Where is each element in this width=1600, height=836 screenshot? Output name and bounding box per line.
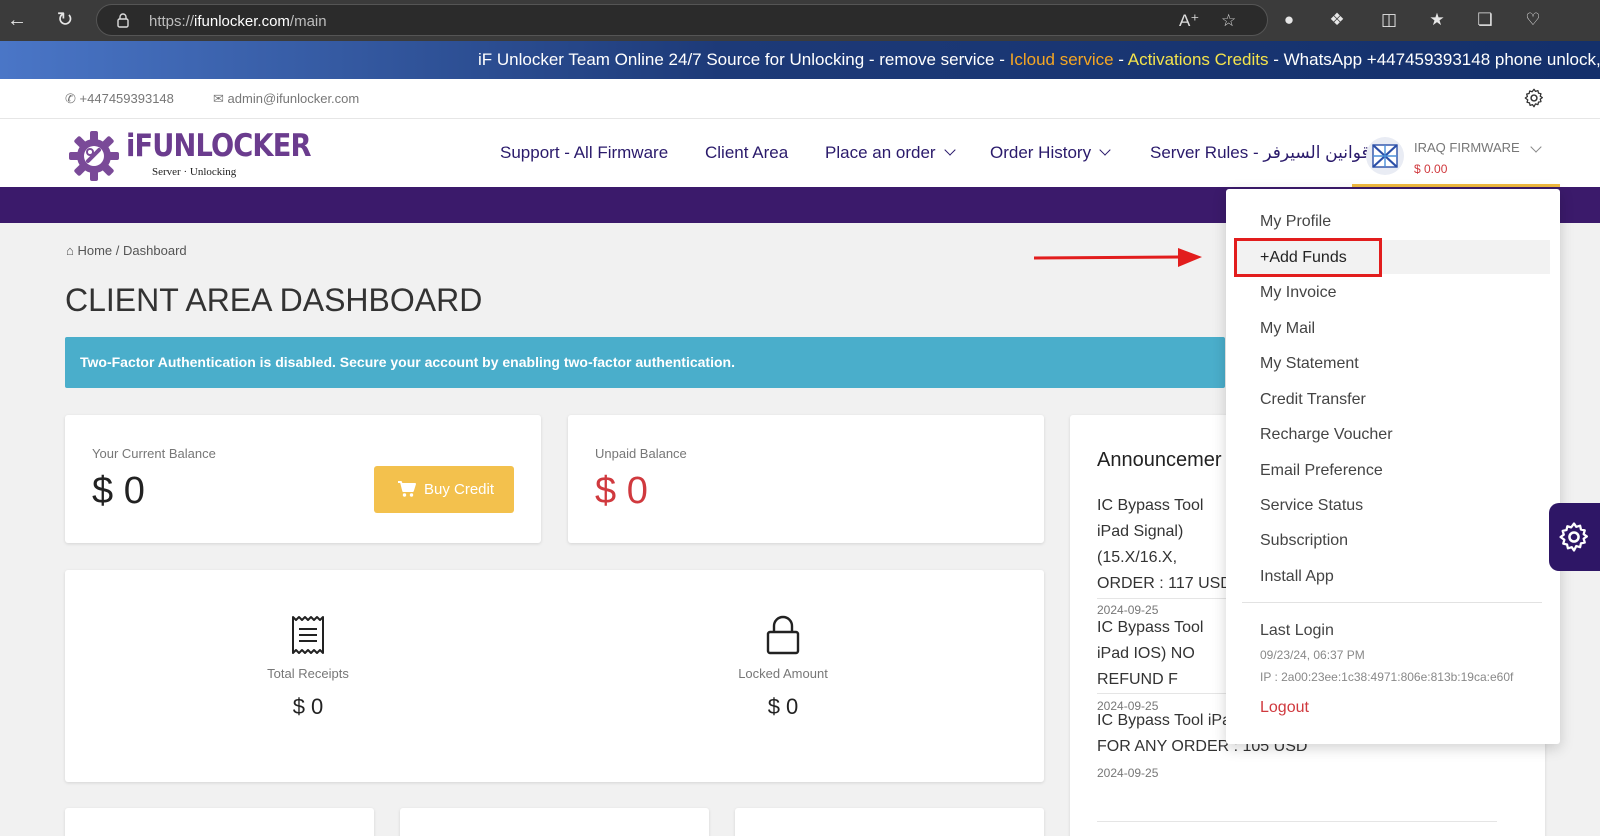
summary-card <box>65 808 374 836</box>
nav-client-area[interactable]: Client Area <box>705 143 788 163</box>
last-login-label: Last Login <box>1260 622 1334 639</box>
current-balance-value: $ 0 <box>92 470 145 512</box>
lock-icon <box>117 13 129 28</box>
settings-gear-icon <box>1559 522 1589 552</box>
last-login-ip: IP : 2a00:23ee:1c38:4971:806e:813b:19ca:… <box>1260 670 1514 684</box>
nav-support[interactable]: Support - All Firmware <box>500 143 668 163</box>
favorites-icon[interactable]: ★ <box>1425 9 1449 31</box>
menu-item-subscription[interactable]: Subscription <box>1260 532 1348 550</box>
logo-wordmark: iFUNLOCKER <box>126 128 311 164</box>
home-icon: ⌂ <box>66 243 74 258</box>
favorite-star-icon[interactable]: ☆ <box>1221 11 1236 31</box>
cart-icon <box>398 481 416 497</box>
locked-amount-value: $ 0 <box>767 694 799 719</box>
padlock-icon <box>766 615 800 655</box>
phone-icon: ✆ <box>65 91 76 106</box>
menu-item-credit-transfer[interactable]: Credit Transfer <box>1260 391 1366 409</box>
summary-card <box>735 808 1044 836</box>
menu-item-recharge-voucher[interactable]: Recharge Voucher <box>1260 426 1393 444</box>
divider <box>1097 821 1497 822</box>
browser-toolbar: ← ↻ https://ifunlocker.com/main A⁺ ☆ ● ❖… <box>0 0 1600 41</box>
locked-amount-label: Locked Amount <box>738 666 828 681</box>
nav-server-rules[interactable]: Server Rules - قوانين السيرفر <box>1150 143 1370 163</box>
breadcrumb-current: Dashboard <box>123 243 187 258</box>
back-arrow-icon[interactable]: ← <box>6 9 28 31</box>
menu-item-install-app[interactable]: Install App <box>1260 568 1334 586</box>
alert-text: Two-Factor Authentication is disabled. S… <box>80 354 735 370</box>
menu-item-my-statement[interactable]: My Statement <box>1260 355 1359 373</box>
logo-tagline: Server · Unlocking <box>152 166 237 178</box>
menu-item-service-status[interactable]: Service Status <box>1260 497 1363 515</box>
announcement-date: 2024-09-25 <box>1097 766 1159 780</box>
extension-avatar-icon[interactable]: ● <box>1277 9 1301 31</box>
last-login-time: 09/23/24, 06:37 PM <box>1260 648 1365 662</box>
extensions-puzzle-icon[interactable]: ❖ <box>1325 9 1349 31</box>
breadcrumb: ⌂ Home / Dashboard <box>66 243 187 258</box>
highlight-box <box>1234 238 1382 277</box>
breadcrumb-home[interactable]: Home <box>77 243 112 258</box>
settings-gear-icon[interactable] <box>1523 87 1545 109</box>
url-text: https://ifunlocker.com/main <box>149 13 327 30</box>
user-balance: $ 0.00 <box>1414 162 1448 176</box>
buy-credit-label: Buy Credit <box>424 481 495 498</box>
theme-settings-button[interactable] <box>1549 503 1600 571</box>
menu-item-my-profile[interactable]: My Profile <box>1260 213 1331 231</box>
menu-item-my-invoice[interactable]: My Invoice <box>1260 284 1336 302</box>
menu-item-email-preference[interactable]: Email Preference <box>1260 462 1383 480</box>
phone-contact[interactable]: ✆ +447459393148 <box>65 91 174 107</box>
chevron-down-icon <box>943 144 956 156</box>
user-menu-toggle[interactable]: IRAQ FIRMWARE $ 0.00 <box>1352 119 1560 187</box>
card-label: Unpaid Balance <box>595 446 687 461</box>
buy-credit-button[interactable]: Buy Credit <box>374 466 514 513</box>
news-ticker: iF Unlocker Team Online 24/7 Source for … <box>0 41 1600 79</box>
unpaid-balance-value: $ 0 <box>595 470 648 512</box>
breadcrumb-separator: / <box>115 243 120 258</box>
logo-gear-icon <box>69 131 119 181</box>
browser-essentials-icon[interactable]: ♡ <box>1521 9 1545 31</box>
stats-card: Total Receipts $ 0 Locked Amount $ 0 <box>65 570 1044 782</box>
logout-link[interactable]: Logout <box>1260 699 1309 717</box>
user-name: IRAQ FIRMWARE <box>1414 140 1520 155</box>
user-avatar-icon <box>1372 144 1398 168</box>
email-contact[interactable]: ✉ admin@ifunlocker.com <box>213 91 359 107</box>
envelope-icon: ✉ <box>213 91 224 106</box>
card-label: Your Current Balance <box>92 446 216 461</box>
site-logo[interactable]: iFUNLOCKER Server · Unlocking <box>68 128 311 182</box>
current-balance-card: Your Current Balance $ 0 Buy Credit <box>65 415 541 543</box>
contact-bar: ✆ +447459393148 ✉ admin@ifunlocker.com <box>0 79 1600 119</box>
refresh-icon[interactable]: ↻ <box>54 9 76 31</box>
total-receipts-label: Total Receipts <box>267 666 349 681</box>
announcement-text: IC Bypass Tool iPad Signal) (15.X/16.X, … <box>1097 497 1232 592</box>
chevron-down-icon <box>1099 144 1111 156</box>
split-screen-icon[interactable]: ◫ <box>1377 9 1401 31</box>
divider <box>1242 602 1542 603</box>
announcement-item[interactable]: IC Bypass Tool iPad IOS) NO REFUND F 202… <box>1097 615 1232 713</box>
menu-item-my-mail[interactable]: My Mail <box>1260 320 1315 338</box>
ticker-text: iF Unlocker Team Online 24/7 Source for … <box>478 50 1600 69</box>
site-header: iFUNLOCKER Server · Unlocking Support - … <box>0 119 1600 187</box>
avatar <box>1366 137 1404 175</box>
unpaid-balance-card: Unpaid Balance $ 0 <box>568 415 1044 543</box>
read-aloud-icon[interactable]: A⁺ <box>1179 11 1199 31</box>
address-bar[interactable]: https://ifunlocker.com/main A⁺ ☆ <box>96 4 1268 36</box>
receipt-icon <box>292 616 324 654</box>
chevron-down-icon <box>1530 141 1542 153</box>
two-factor-alert: Two-Factor Authentication is disabled. S… <box>65 337 1225 388</box>
nav-order-history[interactable]: Order History <box>990 143 1111 163</box>
annotation-arrow-icon <box>1034 248 1202 267</box>
page-title: CLIENT AREA DASHBOARD <box>65 282 483 318</box>
total-receipts-value: $ 0 <box>292 694 324 719</box>
user-dropdown-menu: My Profile +Add Funds My Invoice My Mail… <box>1226 189 1560 744</box>
announcements-title: Announcemer <box>1097 449 1222 471</box>
nav-place-order[interactable]: Place an order <box>825 143 956 163</box>
summary-card <box>400 808 709 836</box>
announcement-text: IC Bypass Tool iPad IOS) NO REFUND F <box>1097 619 1204 688</box>
collections-icon[interactable]: ❏ <box>1473 9 1497 31</box>
